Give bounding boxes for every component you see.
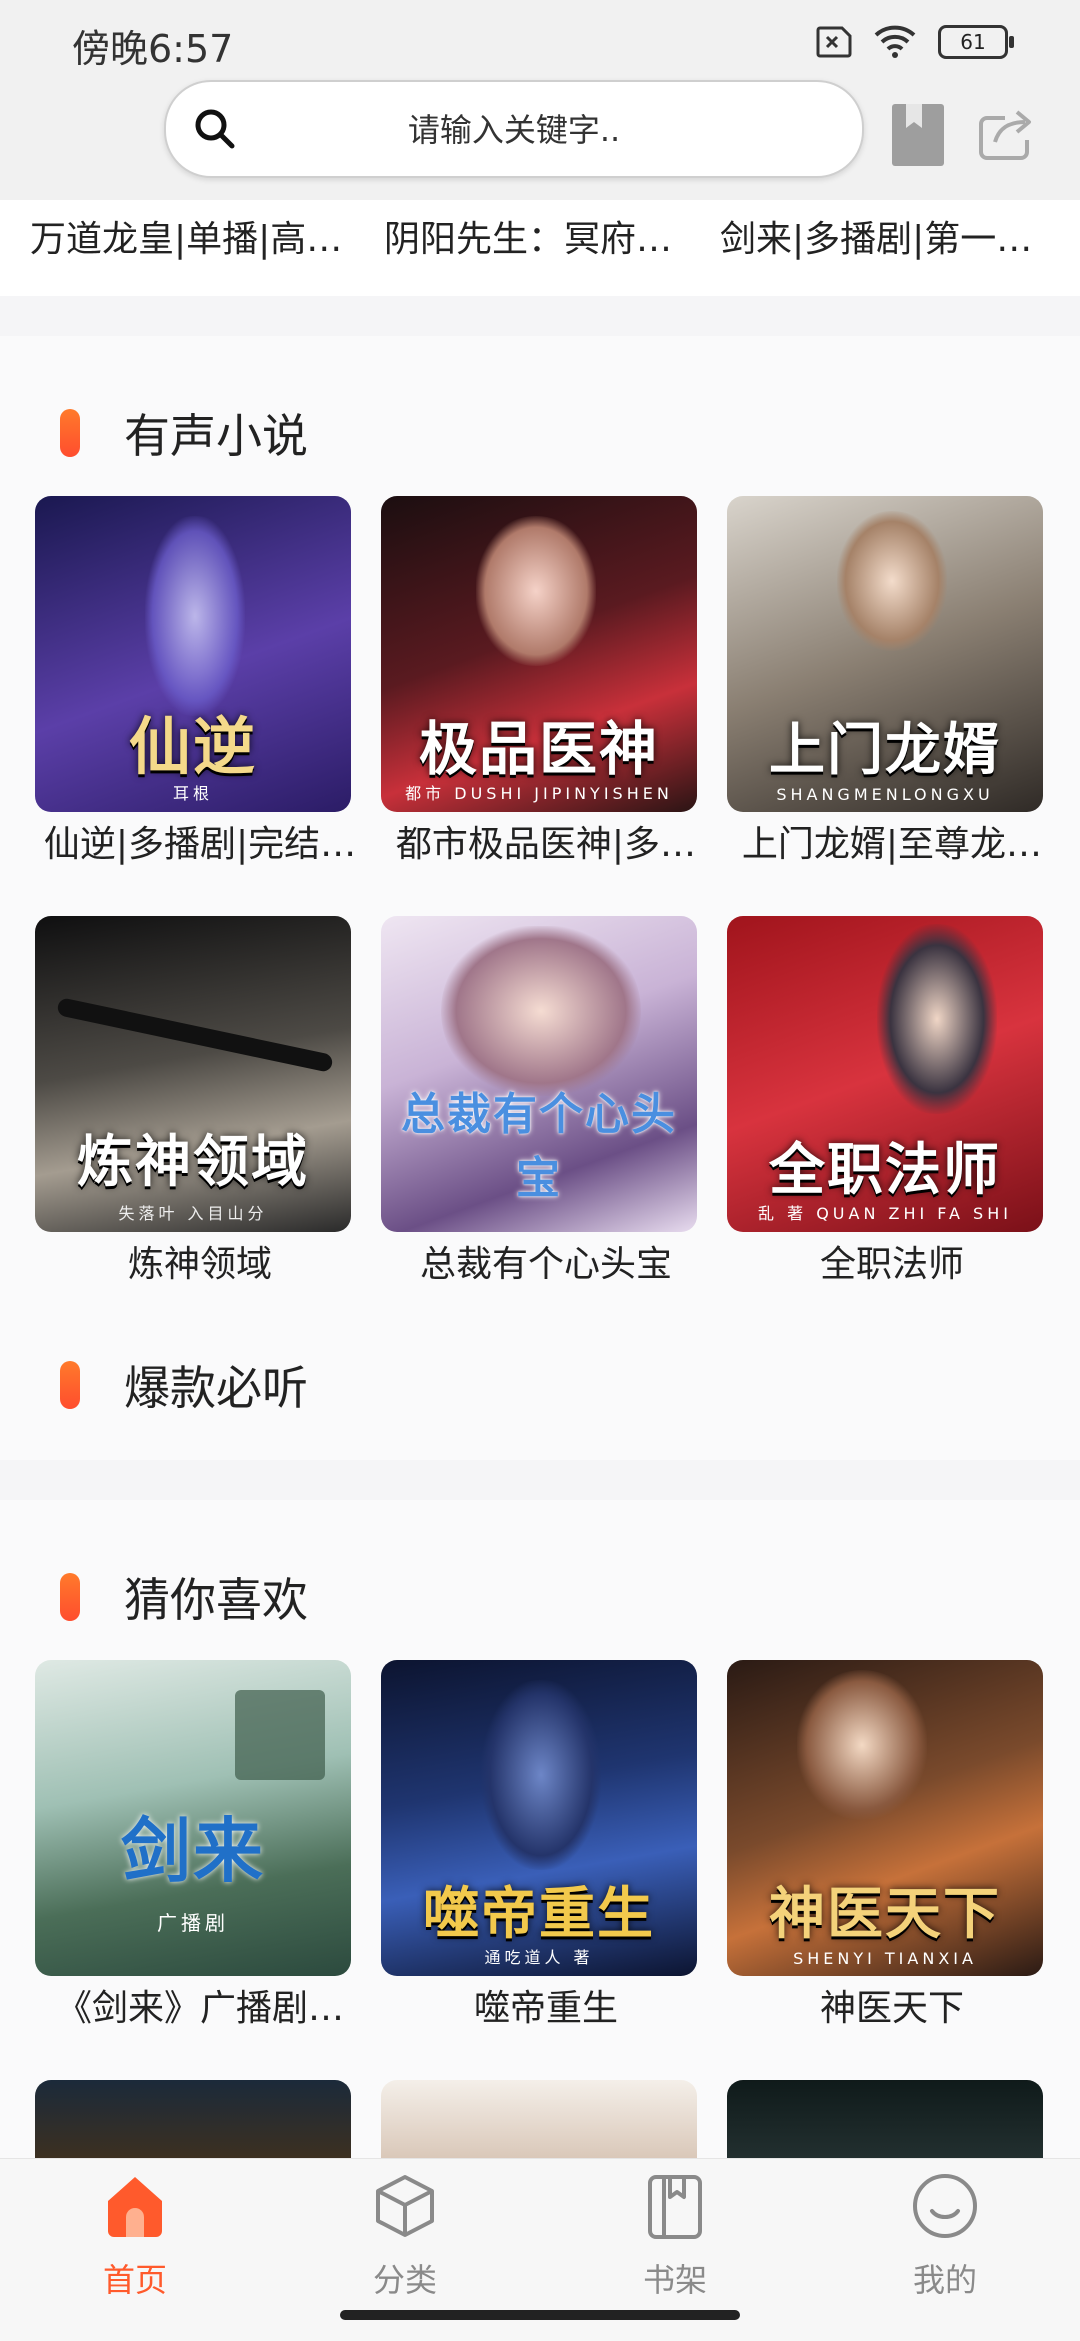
book-cover: 总裁有个心头宝 [381, 916, 697, 1232]
cover-title: 极品医神 [418, 715, 659, 783]
book-card[interactable]: 总裁有个心头宝 总裁有个心头宝 [381, 916, 697, 1290]
book-cover: 上门龙婿 SHANGMENLONGXU [727, 496, 1043, 812]
tab-home[interactable]: 首页 [55, 2171, 215, 2301]
cover-subtitle: SHENYI TIANXIA [793, 1949, 977, 1968]
cover-subtitle: 通吃道人 著 [484, 1948, 594, 1967]
book-cover: 仙逆 耳根 [35, 496, 351, 812]
cover-subtitle: 耳根 [172, 784, 213, 803]
section-header: 有声小说 [60, 400, 308, 466]
book-title: 《剑来》广播剧… [55, 1988, 344, 2029]
book-card[interactable]: 仙逆 耳根 仙逆|多播剧|完结… [35, 496, 356, 870]
book-cover: 剑来 广播剧 [35, 1660, 351, 1976]
cover-subtitle: 都市 DUSHI JIPINYISHEN [405, 784, 673, 803]
cover-subtitle: SHANGMENLONGXU [776, 785, 994, 804]
search-icon [195, 109, 235, 149]
guess-section: 猜你喜欢 剑来 广播剧 《剑来》广播剧… 噬帝重生 通吃道人 著 噬帝重生 神医… [0, 1500, 1080, 2160]
battery-level: 61 [960, 30, 986, 54]
section-title: 爆款必听 [124, 1361, 308, 1415]
recommend-marquee: 万道龙皇|单播|高… 阴阳先生：冥府… 剑来|多播剧|第一… [0, 200, 1080, 296]
book-cover-partial[interactable] [35, 2080, 351, 2160]
tab-label: 我的 [912, 2261, 977, 2299]
book-cover-partial[interactable] [381, 2080, 697, 2160]
profile-icon [913, 2174, 977, 2238]
cover-subtitle: 失落叶 入目山分 [118, 1204, 268, 1223]
audio-section: 有声小说 仙逆 耳根 仙逆|多播剧|完结… 极品医神 都市 DUSHI JIPI… [0, 336, 1080, 1460]
category-icon [376, 2175, 434, 2237]
book-title: 神医天下 [819, 1988, 964, 2029]
marquee-item[interactable]: 万道龙皇|单播|高… [30, 200, 360, 280]
bookmark-icon[interactable] [890, 102, 946, 168]
book-cover: 极品医神 都市 DUSHI JIPINYISHEN [381, 496, 697, 812]
book-title: 总裁有个心头宝 [419, 1244, 672, 1285]
cover-title: 神医天下 [769, 1882, 1001, 1947]
share-icon[interactable] [975, 104, 1035, 164]
section-marker [60, 409, 80, 457]
book-title: 炼神领域 [127, 1244, 272, 1285]
book-card[interactable]: 剑来 广播剧 《剑来》广播剧… [35, 1660, 351, 2034]
wifi-icon [874, 25, 916, 58]
section-title: 猜你喜欢 [124, 1573, 308, 1627]
book-cover-partial[interactable] [727, 2080, 1043, 2160]
status-icons: 61 [812, 20, 1014, 64]
status-bar: 傍晚6:57 61 [0, 0, 1080, 80]
battery-icon: 61 [938, 25, 1014, 59]
section-header: 爆款必听 [60, 1352, 308, 1418]
cover-title: 总裁有个心头宝 [401, 1089, 677, 1204]
section-marker [60, 1361, 80, 1409]
cover-title: 炼神领域 [77, 1130, 309, 1195]
book-cover: 神医天下 SHENYI TIANXIA [727, 1660, 1043, 1976]
book-cover: 炼神领域 失落叶 入目山分 [35, 916, 351, 1232]
cover-title: 仙逆 [128, 710, 257, 783]
section-header: 猜你喜欢 [60, 1564, 308, 1630]
book-title: 都市极品医神|多… [395, 824, 697, 865]
sim-off-icon [816, 26, 852, 58]
section-marker [60, 1573, 80, 1621]
book-title: 噬帝重生 [473, 1988, 618, 2029]
section-title: 有声小说 [124, 409, 308, 463]
search-input[interactable] [256, 100, 772, 160]
cover-subtitle: 乱 著 QUAN ZHI FA SHI [758, 1204, 1012, 1223]
book-card[interactable]: 噬帝重生 通吃道人 著 噬帝重生 [381, 1660, 697, 2034]
home-indicator [340, 2310, 740, 2320]
book-card[interactable]: 神医天下 SHENYI TIANXIA 神医天下 [727, 1660, 1043, 2034]
search-box[interactable] [164, 80, 864, 178]
book-title: 仙逆|多播剧|完结… [43, 824, 357, 865]
book-cover: 全职法师 乱 著 QUAN ZHI FA SHI [727, 916, 1043, 1232]
book-card[interactable]: 极品医神 都市 DUSHI JIPINYISHEN 都市极品医神|多… [381, 496, 697, 870]
cover-title: 噬帝重生 [423, 1882, 655, 1947]
book-cover: 噬帝重生 通吃道人 著 [381, 1660, 697, 1976]
top-bar [0, 80, 1080, 200]
tab-label: 首页 [102, 2261, 167, 2299]
book-card[interactable]: 上门龙婿 SHANGMENLONGXU 上门龙婿|至尊龙… [727, 496, 1043, 870]
tab-label: 分类 [372, 2261, 437, 2299]
status-time: 傍晚6:57 [72, 27, 234, 71]
cover-subtitle: 广播剧 [157, 1911, 229, 1935]
tab-label: 书架 [642, 2261, 707, 2299]
cover-title: 上门龙婿 [769, 718, 1001, 783]
book-card[interactable]: 炼神领域 失落叶 入目山分 炼神领域 [35, 916, 351, 1290]
cover-title: 剑来 [121, 1810, 265, 1892]
marquee-item[interactable]: 剑来|多播剧|第一… [720, 200, 1050, 280]
cover-title: 全职法师 [769, 1138, 1001, 1203]
tab-bookshelf[interactable]: 书架 [595, 2171, 755, 2301]
book-title: 全职法师 [819, 1244, 964, 1285]
home-icon [108, 2177, 162, 2237]
tab-profile[interactable]: 我的 [865, 2171, 1025, 2301]
marquee-item[interactable]: 阴阳先生：冥府… [384, 200, 694, 280]
tab-category[interactable]: 分类 [325, 2171, 485, 2301]
bookshelf-icon [648, 2175, 702, 2239]
book-card[interactable]: 全职法师 乱 著 QUAN ZHI FA SHI 全职法师 [727, 916, 1043, 1290]
book-title: 上门龙婿|至尊龙… [741, 824, 1043, 865]
